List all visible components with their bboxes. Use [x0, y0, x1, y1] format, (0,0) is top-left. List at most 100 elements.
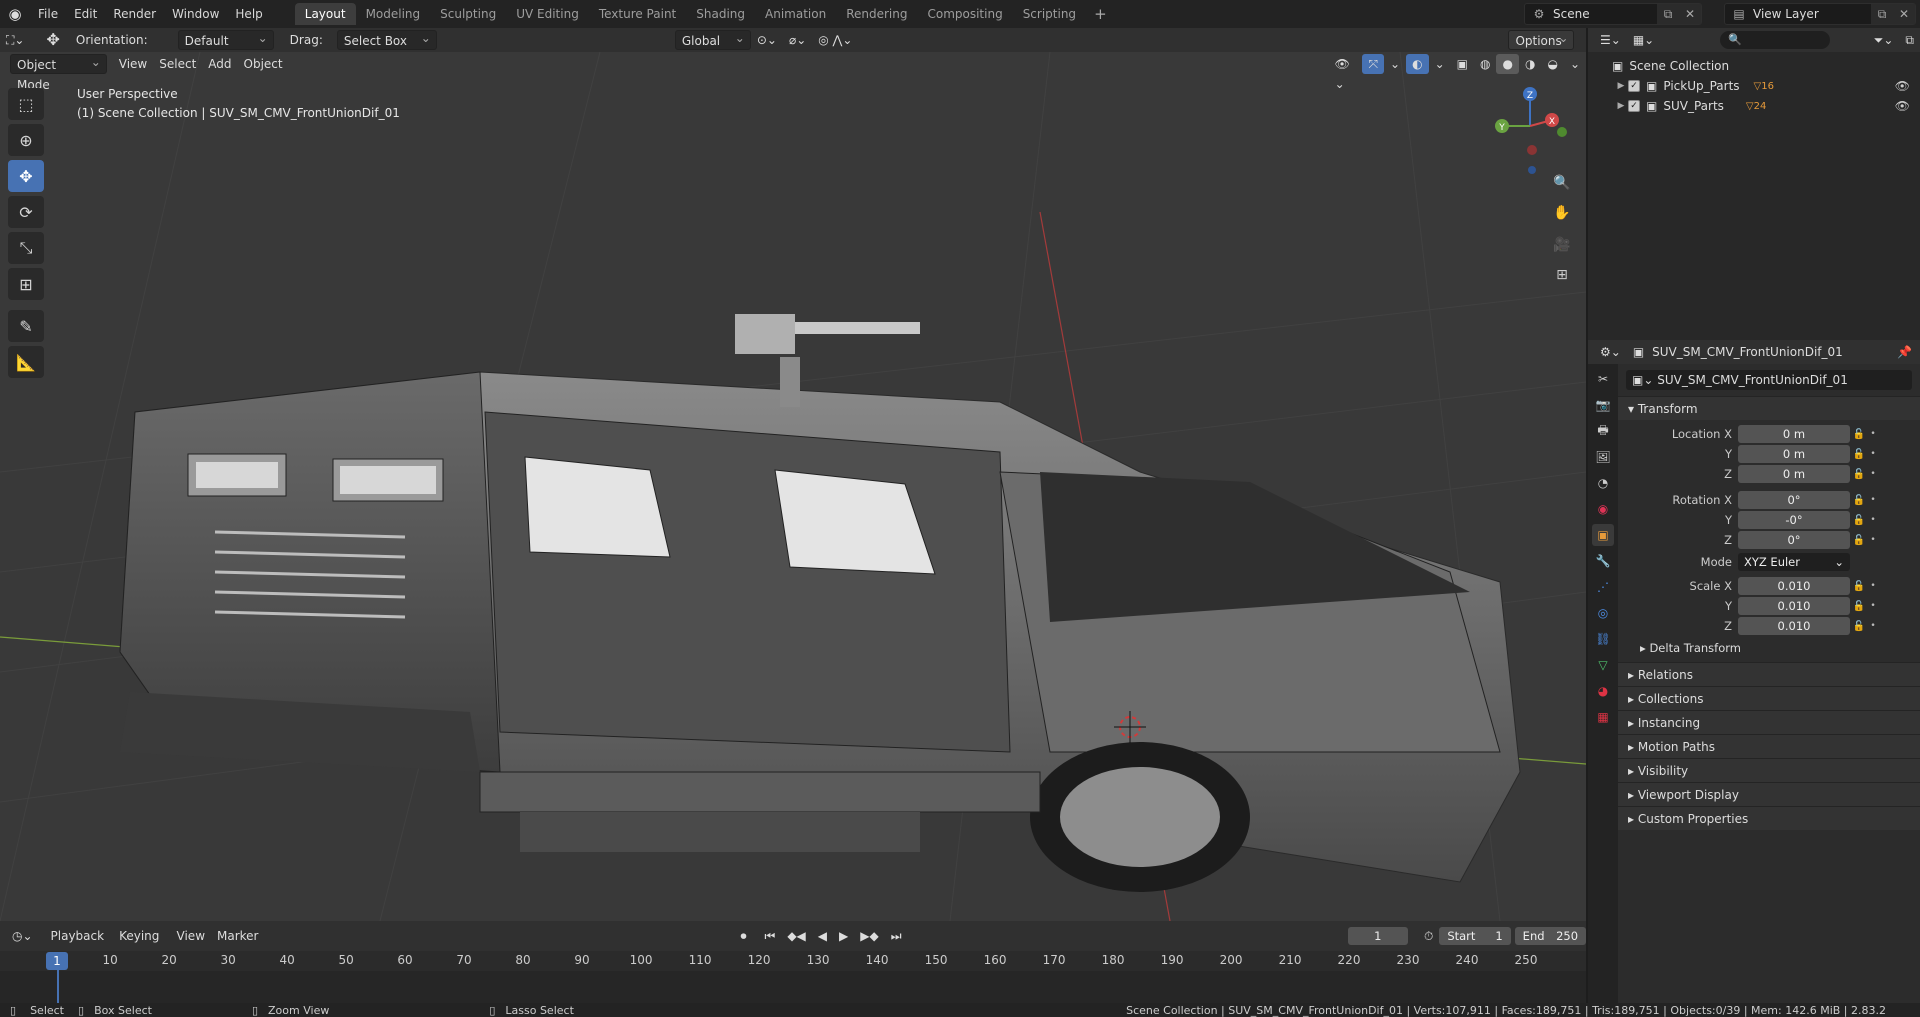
modifier-tab-icon[interactable]: 🔧	[1592, 550, 1614, 572]
solid-shading-icon[interactable]: ●	[1496, 54, 1519, 74]
new-scene-icon[interactable]: ⧉	[1657, 4, 1679, 24]
lock-icon[interactable]: 🔓	[1850, 535, 1868, 546]
rendered-shading-icon[interactable]: ◒	[1541, 54, 1563, 74]
location-x-field[interactable]: 0 m	[1738, 425, 1850, 443]
cursor-tool-icon[interactable]: ⊕	[8, 124, 44, 156]
visibility-icon[interactable]: 👁⌄	[1329, 54, 1363, 91]
rotate-tool-icon[interactable]: ⟳	[8, 196, 44, 228]
xray-icon[interactable]: ▣	[1451, 54, 1474, 74]
scene-name[interactable]: Scene	[1549, 7, 1657, 21]
exclude-checkbox[interactable]: ✓	[1628, 80, 1640, 92]
snap-icon[interactable]: ⌀⌄	[783, 30, 812, 50]
particles-tab-icon[interactable]: ⋰	[1592, 576, 1614, 598]
next-keyframe-icon[interactable]: ▶◆	[854, 926, 884, 946]
lock-icon[interactable]: 🔓	[1850, 601, 1868, 612]
exclude-checkbox[interactable]: ✓	[1628, 100, 1640, 112]
proportional-edit-icon[interactable]: ◎ ⋀⌄	[812, 30, 858, 50]
playhead-frame-indicator[interactable]: 1	[46, 952, 68, 970]
view-layer-tab-icon[interactable]: 🖼	[1592, 446, 1614, 468]
add-menu[interactable]: Add	[202, 54, 237, 74]
jump-end-icon[interactable]: ⏭	[885, 926, 908, 946]
tab-uv-editing[interactable]: UV Editing	[506, 3, 589, 25]
rotation-x-field[interactable]: 0°	[1738, 491, 1850, 509]
blender-logo-icon[interactable]: ◉	[0, 0, 30, 28]
outliner-row-suv-parts[interactable]: ▶ ✓ ▣ SUV_Parts ▽24 👁	[1588, 96, 1920, 116]
tool-tab-icon[interactable]: ✂	[1592, 368, 1614, 390]
lock-icon[interactable]: 🔓	[1850, 581, 1868, 592]
scale-z-field[interactable]: 0.010	[1738, 617, 1850, 635]
camera-icon[interactable]: 🎥	[1549, 232, 1575, 258]
keyframe-dot-icon[interactable]: •	[1868, 581, 1878, 591]
tab-scripting[interactable]: Scripting	[1013, 3, 1086, 25]
scale-y-field[interactable]: 0.010	[1738, 597, 1850, 615]
view-layer-selector[interactable]: ▤ View Layer ⧉ ✕	[1724, 3, 1916, 25]
keyframe-dot-icon[interactable]: •	[1868, 449, 1878, 459]
lock-icon[interactable]: 🔓	[1850, 469, 1868, 480]
keying-menu[interactable]: Keying ⌄	[113, 926, 170, 963]
tab-layout[interactable]: Layout	[294, 3, 356, 25]
gizmo-toggle-icon[interactable]: ⤧	[1362, 54, 1385, 74]
start-frame-field[interactable]: Start 1	[1439, 927, 1511, 945]
transform-tool-icon[interactable]: ⊞	[8, 268, 44, 300]
keyframe-dot-icon[interactable]: •	[1868, 601, 1878, 611]
rotation-y-field[interactable]: -0°	[1738, 511, 1850, 529]
menu-edit[interactable]: Edit	[66, 0, 105, 28]
keyframe-dot-icon[interactable]: •	[1868, 621, 1878, 631]
measure-tool-icon[interactable]: 📐	[8, 346, 44, 378]
transform-orientation-select[interactable]: Global	[674, 28, 751, 50]
visibility-eye-icon[interactable]: 👁	[1895, 79, 1910, 93]
record-icon[interactable]: ⏺	[735, 926, 753, 946]
menu-window[interactable]: Window	[164, 0, 227, 28]
play-icon[interactable]: ▶	[833, 926, 854, 946]
object-mode-select[interactable]: Object Mode	[10, 52, 107, 92]
scale-x-field[interactable]: 0.010	[1738, 577, 1850, 595]
editor-type-icon[interactable]: ⛶⌄	[0, 30, 30, 50]
object-menu[interactable]: Object	[238, 54, 289, 74]
prev-keyframe-icon[interactable]: ◆◀	[781, 926, 811, 946]
tab-animation[interactable]: Animation	[755, 3, 836, 25]
lock-icon[interactable]: 🔓	[1850, 429, 1868, 440]
custom-properties-panel[interactable]: ▸ Custom Properties	[1618, 806, 1920, 830]
menu-render[interactable]: Render	[105, 0, 164, 28]
keyframe-dot-icon[interactable]: •	[1868, 495, 1878, 505]
outliner-search-input[interactable]: 🔍	[1720, 31, 1830, 49]
timeline-editor-icon[interactable]: ◷⌄	[6, 926, 39, 946]
overlay-toggle-icon[interactable]: ◐	[1406, 54, 1429, 74]
timeline-view-menu[interactable]: View	[171, 926, 211, 946]
jump-start-icon[interactable]: ⏮	[759, 926, 782, 946]
relations-panel[interactable]: ▸ Relations	[1618, 662, 1920, 686]
new-collection-icon[interactable]: ⧉	[1899, 30, 1920, 50]
outliner-row-pickup-parts[interactable]: ▶ ✓ ▣ PickUp_Parts ▽16 👁	[1588, 76, 1920, 96]
tab-texture-paint[interactable]: Texture Paint	[589, 3, 686, 25]
texture-tab-icon[interactable]: ▦	[1592, 706, 1614, 728]
data-tab-icon[interactable]: ▽	[1592, 654, 1614, 676]
grid-view-icon[interactable]: ⊞	[1549, 262, 1575, 288]
view-menu[interactable]: View	[113, 54, 153, 74]
navigation-gizmo[interactable]: Z Y X	[1490, 84, 1574, 174]
visibility-eye-icon[interactable]: 👁	[1895, 99, 1910, 113]
material-shading-icon[interactable]: ◑	[1519, 54, 1541, 74]
select-box-tool-icon[interactable]: ⬚	[8, 88, 44, 120]
display-mode-icon[interactable]: ▦⌄	[1627, 30, 1660, 50]
instancing-panel[interactable]: ▸ Instancing	[1618, 710, 1920, 734]
visibility-panel[interactable]: ▸ Visibility	[1618, 758, 1920, 782]
stopwatch-icon[interactable]: ⏱	[1418, 926, 1439, 946]
move-tool-icon[interactable]: ✥	[40, 30, 65, 50]
expand-icon[interactable]: ▶	[1614, 81, 1628, 91]
keyframe-dot-icon[interactable]: •	[1868, 535, 1878, 545]
tab-modeling[interactable]: Modeling	[356, 3, 431, 25]
pin-icon[interactable]: 📌	[1897, 345, 1912, 359]
object-tab-icon[interactable]: ▣	[1592, 524, 1614, 546]
play-reverse-icon[interactable]: ◀	[812, 926, 833, 946]
wireframe-shading-icon[interactable]: ◍	[1474, 54, 1496, 74]
outliner-editor-icon[interactable]: ☰⌄	[1594, 30, 1627, 50]
menu-help[interactable]: Help	[227, 0, 270, 28]
3d-viewport[interactable]: Object Mode View Select Add Object 👁⌄ ⤧⌄…	[0, 52, 1586, 921]
keyframe-dot-icon[interactable]: •	[1868, 515, 1878, 525]
output-tab-icon[interactable]: 🖶	[1592, 420, 1614, 442]
pivot-icon[interactable]: ⊙⌄	[751, 30, 783, 50]
rotation-z-field[interactable]: 0°	[1738, 531, 1850, 549]
new-view-layer-icon[interactable]: ⧉	[1871, 4, 1893, 24]
scene-tab-icon[interactable]: ◔	[1592, 472, 1614, 494]
tab-compositing[interactable]: Compositing	[917, 3, 1012, 25]
